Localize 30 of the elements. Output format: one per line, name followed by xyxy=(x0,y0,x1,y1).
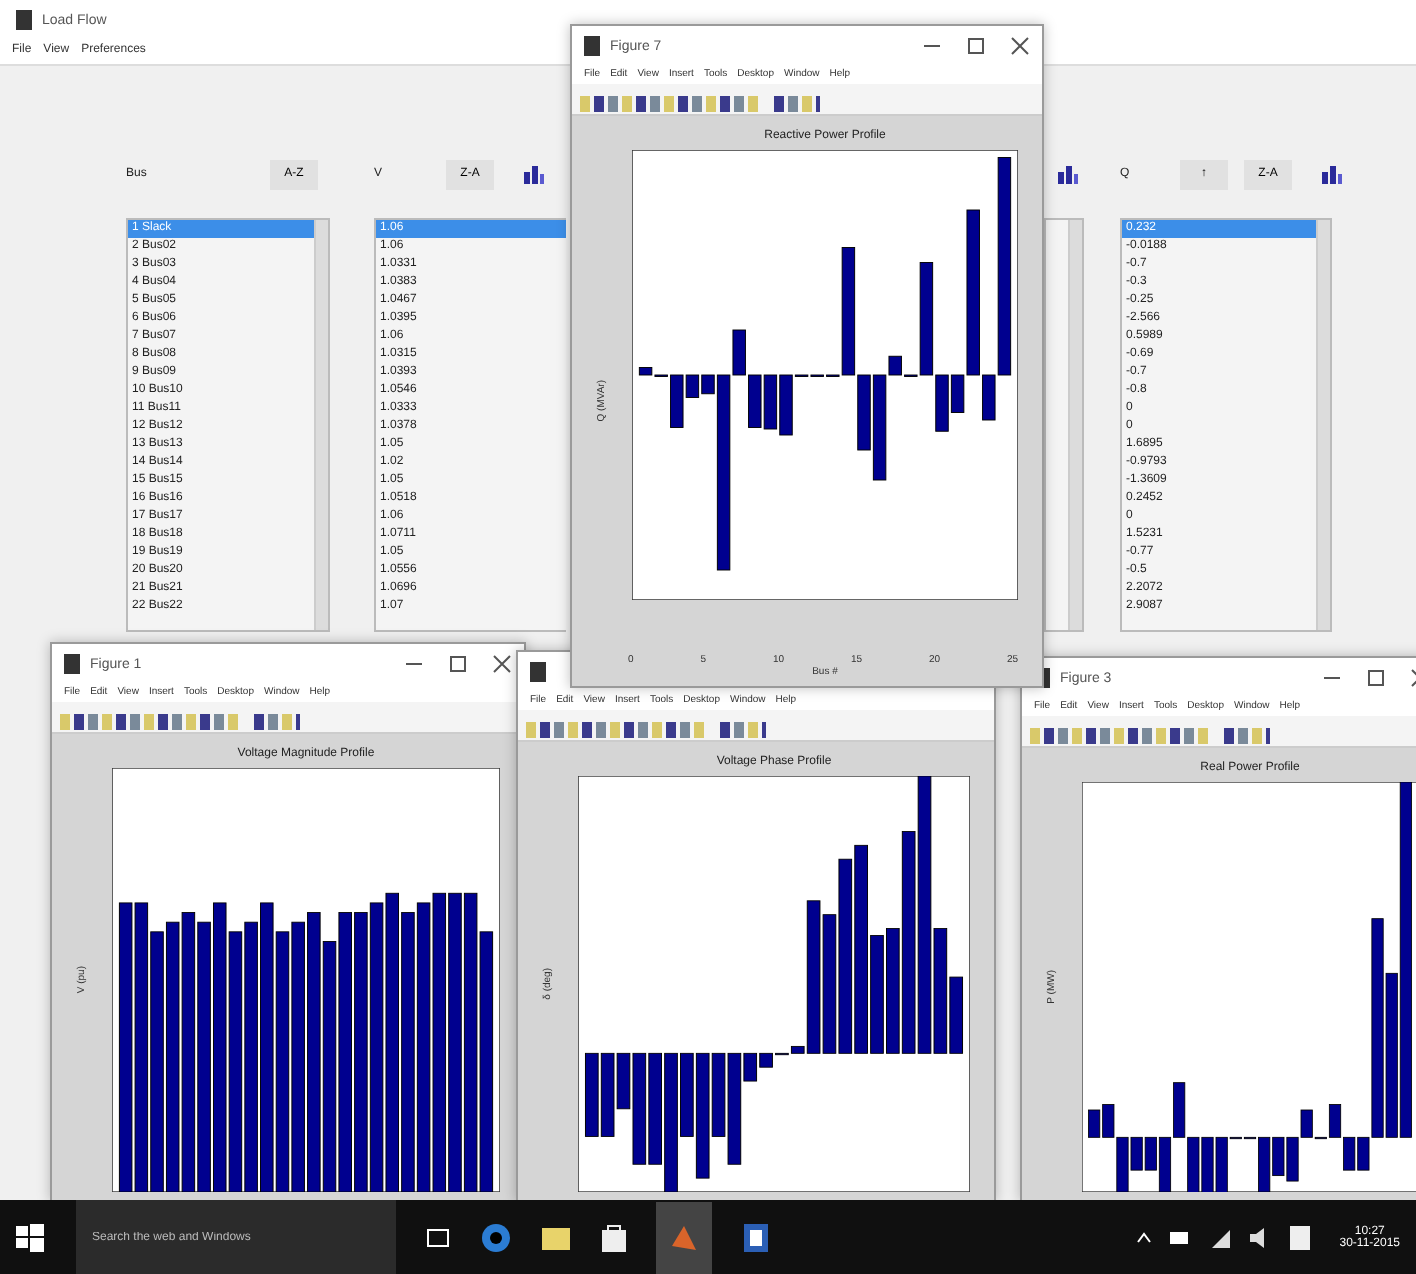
maximize-icon[interactable] xyxy=(448,654,468,674)
chart-icon xyxy=(1056,164,1080,184)
figure-icon xyxy=(584,36,600,56)
close-icon[interactable] xyxy=(1010,36,1030,56)
notification-icon[interactable] xyxy=(1287,1223,1312,1251)
shopping-bag-icon[interactable] xyxy=(600,1221,628,1253)
figure-icon xyxy=(530,662,546,682)
close-icon[interactable] xyxy=(492,654,512,674)
matlab-icon[interactable] xyxy=(668,1221,700,1253)
toolbar-icons-drawing[interactable] xyxy=(526,720,766,740)
maximize-icon[interactable] xyxy=(966,36,986,56)
toolbar-icons-drawing[interactable] xyxy=(580,94,820,114)
scrollbar[interactable] xyxy=(1068,220,1082,630)
battery-icon[interactable] xyxy=(1167,1227,1192,1247)
task-view-icon[interactable] xyxy=(424,1223,452,1251)
scrollbar[interactable] xyxy=(1316,220,1330,630)
toolbar-icons-drawing[interactable] xyxy=(1030,726,1270,746)
wifi-icon[interactable] xyxy=(1207,1225,1232,1249)
chart-icon xyxy=(522,164,546,184)
folder-icon[interactable] xyxy=(540,1223,572,1251)
scrollbar[interactable] xyxy=(314,220,328,630)
app-icon xyxy=(16,10,32,30)
toolbar-icons-drawing[interactable] xyxy=(60,712,300,732)
maximize-icon[interactable] xyxy=(1366,668,1386,688)
chart-icon xyxy=(1320,164,1344,184)
document-icon[interactable] xyxy=(740,1221,772,1253)
caret-icon[interactable] xyxy=(1135,1229,1152,1245)
windows-start-icon[interactable] xyxy=(16,1223,44,1251)
figure-icon xyxy=(64,654,80,674)
browser-icon[interactable] xyxy=(480,1221,512,1253)
